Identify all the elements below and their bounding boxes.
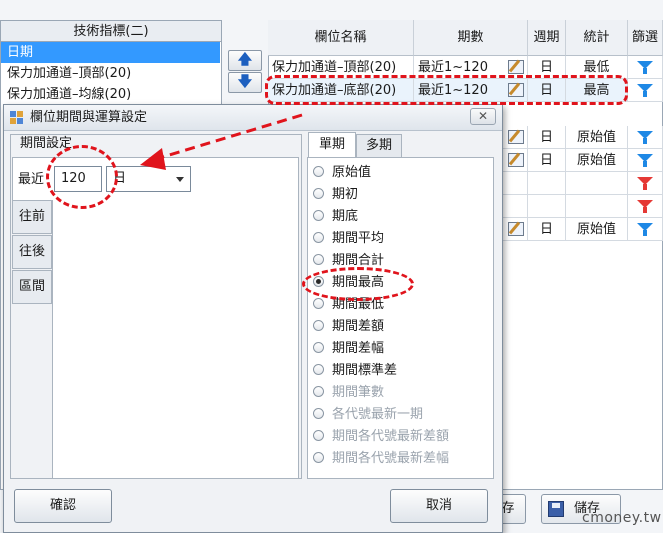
- radio-option[interactable]: 期間差額: [313, 317, 384, 337]
- edit-icon[interactable]: [508, 153, 524, 167]
- table-cell-filter[interactable]: [628, 79, 663, 102]
- column-header-filter[interactable]: 篩選: [628, 20, 663, 56]
- edit-icon[interactable]: [508, 222, 524, 236]
- column-header-cycle[interactable]: 週期: [528, 20, 566, 56]
- radio-unchecked-icon: [313, 430, 324, 441]
- table-cell-cycle[interactable]: [528, 195, 566, 218]
- radio-option-label: 各代號最新一期: [332, 407, 424, 422]
- tab-backward[interactable]: 往後: [12, 235, 52, 269]
- annotation-oval-count: [46, 145, 118, 209]
- radio-option-label: 期間差幅: [332, 341, 385, 356]
- radio-option-label: 期間筆數: [332, 385, 385, 400]
- radio-unchecked-icon[interactable]: [313, 188, 324, 199]
- radio-option-label: 期底: [332, 209, 359, 224]
- table-cell-cycle[interactable]: 日: [528, 149, 566, 172]
- annotation-rect-row: [265, 75, 628, 105]
- move-down-button[interactable]: 🡇: [228, 72, 262, 93]
- radio-option: 各代號最新一期: [313, 405, 423, 425]
- cancel-button[interactable]: 取消: [390, 489, 488, 523]
- table-cell-cycle[interactable]: 日: [528, 218, 566, 241]
- watermark: cmoney.tw: [582, 510, 662, 526]
- radio-unchecked-icon: [313, 452, 324, 463]
- radio-unchecked-icon[interactable]: [313, 232, 324, 243]
- column-header-name[interactable]: 欄位名稱: [268, 20, 414, 56]
- window-icon: [10, 111, 24, 125]
- radio-option-label: 期間差額: [332, 319, 385, 334]
- table-cell-filter[interactable]: [628, 172, 663, 195]
- radio-option-label: 期間合計: [332, 253, 385, 268]
- tab-single-period[interactable]: 單期: [308, 132, 356, 158]
- floppy-disk-icon: [548, 501, 564, 517]
- radio-option[interactable]: 期間差幅: [313, 339, 384, 359]
- tab-range[interactable]: 區間: [12, 270, 52, 304]
- annotation-oval-option: [302, 267, 414, 301]
- table-cell-filter[interactable]: [628, 56, 663, 79]
- column-header-periods[interactable]: 期數: [414, 20, 528, 56]
- radio-unchecked-icon: [313, 386, 324, 397]
- radio-unchecked-icon[interactable]: [313, 254, 324, 265]
- move-up-button[interactable]: 🡅: [228, 50, 262, 71]
- radio-unchecked-icon: [313, 408, 324, 419]
- table-cell-filter[interactable]: [628, 218, 663, 241]
- radio-option[interactable]: 期間標準差: [313, 361, 397, 381]
- edit-icon[interactable]: [508, 130, 524, 144]
- radio-unchecked-icon[interactable]: [313, 298, 324, 309]
- list-item[interactable]: 日期: [1, 42, 220, 63]
- column-header-stat[interactable]: 統計: [566, 20, 628, 56]
- table-cell-filter[interactable]: [628, 195, 663, 218]
- radio-option[interactable]: 期間平均: [313, 229, 384, 249]
- radio-unchecked-icon[interactable]: [313, 166, 324, 177]
- table-cell-stat[interactable]: 原始值: [566, 218, 628, 241]
- recent-label: 最近: [18, 172, 45, 187]
- radio-unchecked-icon[interactable]: [313, 342, 324, 353]
- table-cell-filter[interactable]: [628, 149, 663, 172]
- tab-forward[interactable]: 往前: [12, 200, 52, 234]
- close-button[interactable]: ✕: [470, 108, 496, 125]
- list-item[interactable]: 保力加通道–頂部(20): [1, 63, 220, 84]
- radio-unchecked-icon[interactable]: [313, 210, 324, 221]
- radio-option: 期間各代號最新差額: [313, 427, 449, 447]
- radio-option: 期間筆數: [313, 383, 384, 403]
- radio-unchecked-icon[interactable]: [313, 320, 324, 331]
- radio-option-label: 期間標準差: [332, 363, 398, 378]
- radio-option-label: 期間各代號最新差幅: [332, 451, 450, 466]
- table-cell-cycle[interactable]: 日: [528, 126, 566, 149]
- radio-option-label: 期初: [332, 187, 359, 202]
- radio-option: 期間各代號最新差幅: [313, 449, 449, 469]
- table-cell-stat[interactable]: [566, 172, 628, 195]
- radio-unchecked-icon[interactable]: [313, 364, 324, 375]
- tab-multi-period[interactable]: 多期: [356, 134, 402, 158]
- edit-icon[interactable]: [508, 60, 524, 74]
- table-cell-stat[interactable]: 原始值: [566, 149, 628, 172]
- radio-option[interactable]: 期初: [313, 185, 358, 205]
- table-cell-stat[interactable]: [566, 195, 628, 218]
- table-cell-cycle[interactable]: [528, 172, 566, 195]
- radio-option[interactable]: 原始值: [313, 163, 371, 183]
- radio-option[interactable]: 期底: [313, 207, 358, 227]
- annotation-arrow-icon: [140, 113, 303, 170]
- confirm-button[interactable]: 確認: [14, 489, 112, 523]
- radio-option-label: 期間平均: [332, 231, 385, 246]
- radio-option-label: 原始值: [332, 165, 372, 180]
- table-cell-filter[interactable]: [628, 126, 663, 149]
- indicator-list-header: 技術指標(二): [0, 20, 222, 42]
- radio-option-label: 期間各代號最新差額: [332, 429, 450, 444]
- table-cell-stat[interactable]: 原始值: [566, 126, 628, 149]
